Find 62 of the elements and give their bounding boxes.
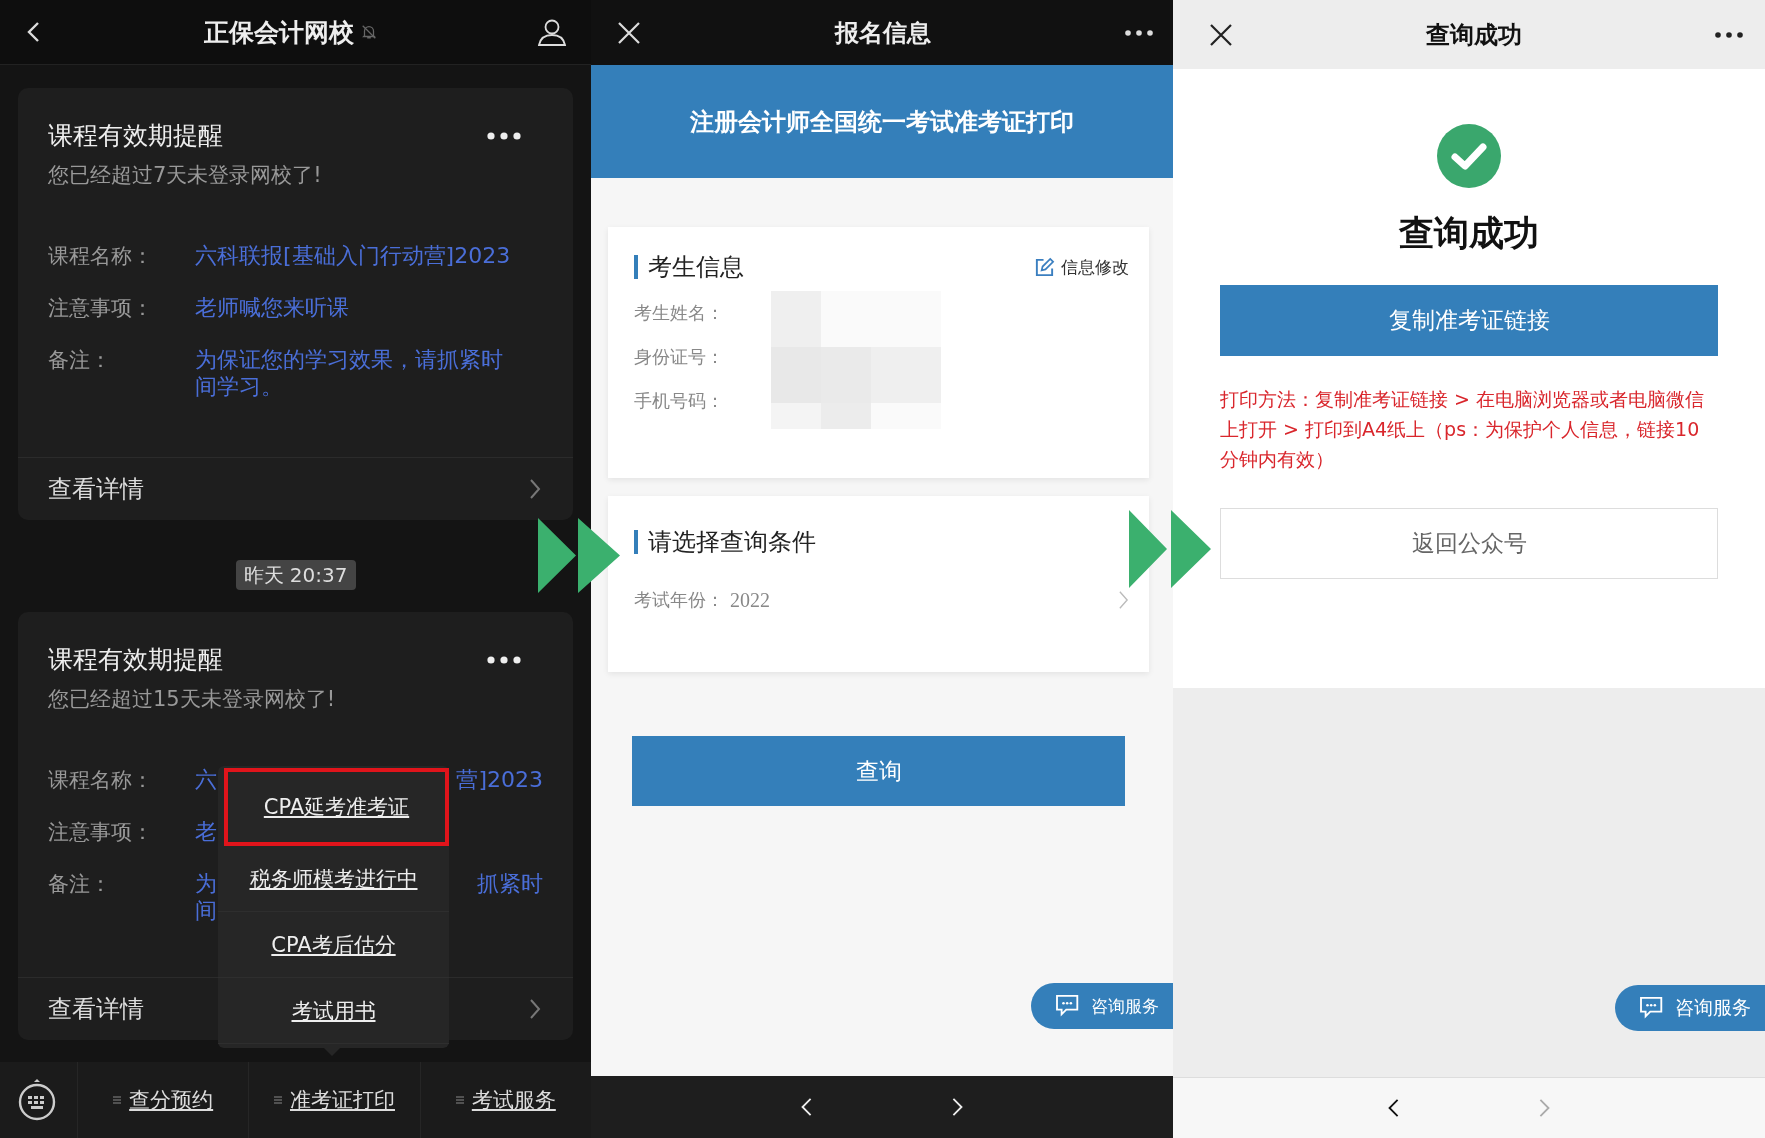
menu-icon — [455, 1096, 464, 1104]
more-icon[interactable] — [487, 132, 521, 140]
consult-button[interactable]: 咨询服务 — [1031, 983, 1173, 1029]
card-subtitle: 您已经超过7天未登录网校了! — [48, 162, 323, 189]
section-title: 请选择查询条件 — [634, 530, 816, 554]
field-label: 注意事项： — [48, 819, 154, 846]
menu-icon — [274, 1096, 282, 1104]
chevron-right-icon — [529, 478, 541, 500]
menu-link[interactable]: 考试服务 — [471, 1086, 556, 1114]
more-icon[interactable] — [487, 656, 521, 664]
query-button[interactable]: 查询 — [632, 736, 1125, 806]
field-value: 为保证您的学习效果，请抓紧时间学习。 — [195, 346, 504, 400]
card-title: 课程有效期提醒 — [48, 644, 223, 676]
field-label: 手机号码： — [634, 389, 725, 413]
user-icon[interactable] — [537, 17, 567, 47]
menu-link[interactable]: 准考证打印 — [290, 1086, 395, 1114]
window-title: 正保会计网校 — [203, 16, 354, 49]
field-label: 身份证号： — [634, 345, 725, 369]
menu-icon — [113, 1096, 122, 1104]
field-label: 备注： — [48, 347, 112, 374]
copy-link-button[interactable]: 复制准考证链接 — [1220, 285, 1718, 356]
menu-item[interactable]: 考试用书 — [291, 996, 376, 1025]
field-value: 老 — [195, 818, 217, 845]
field-value: 六 — [195, 766, 217, 793]
more-icon[interactable] — [1715, 31, 1743, 38]
window-title: 查询成功 — [1426, 19, 1522, 51]
field-value: 六科联报[基础入门行动营]2023 — [195, 242, 511, 269]
field-label: 课程名称： — [48, 767, 154, 794]
consult-button[interactable]: 咨询服务 — [1615, 985, 1765, 1031]
details-link[interactable]: 查看详情 — [18, 457, 573, 520]
field-value: 营]2023 — [456, 766, 543, 793]
field-value: 抓紧时 — [477, 870, 543, 897]
menu-item[interactable]: CPA考后估分 — [271, 930, 396, 959]
chevron-right-icon — [529, 998, 541, 1020]
card-subtitle: 您已经超过15天未登录网校了! — [48, 686, 337, 713]
close-icon[interactable] — [1209, 22, 1233, 47]
more-icon[interactable] — [1125, 29, 1153, 36]
keyboard-icon[interactable] — [17, 1078, 57, 1122]
double-arrow-icon — [538, 518, 620, 593]
menu-link[interactable]: 查分预约 — [129, 1086, 214, 1114]
page-banner: 注册会计师全国统一考试准考证打印 — [591, 65, 1173, 178]
field-label: 注意事项： — [48, 295, 154, 322]
year-selector[interactable]: 考试年份： 2022 — [634, 588, 1129, 612]
success-check-icon — [1437, 124, 1501, 188]
edit-icon — [1034, 256, 1055, 278]
return-button[interactable]: 返回公众号 — [1220, 508, 1718, 579]
result-heading: 查询成功 — [1399, 212, 1539, 255]
field-label: 课程名称： — [48, 243, 154, 270]
section-title: 考生信息 — [634, 255, 744, 279]
edit-link[interactable]: 信息修改 — [1034, 255, 1129, 279]
chevron-right-icon — [1118, 590, 1129, 610]
field-value: 为 — [195, 870, 217, 897]
field-label: 考生姓名： — [634, 301, 725, 325]
window-title: 报名信息 — [835, 17, 931, 49]
field-label: 备注： — [48, 871, 112, 898]
print-instructions: 打印方法：复制准考证链接 > 在电脑浏览器或者电脑微信上打开 > 打印到A4纸上（ps：为保护个人信息，链接10分钟内有效） — [1220, 387, 1705, 472]
field-value: 间 — [195, 897, 217, 924]
double-arrow-icon — [1129, 510, 1211, 588]
timestamp: 昨天 20:37 — [235, 560, 356, 590]
menu-item[interactable]: 税务师模考进行中 — [249, 864, 418, 893]
card-title: 课程有效期提醒 — [48, 120, 223, 152]
field-value: 老师喊您来听课 — [195, 294, 349, 321]
